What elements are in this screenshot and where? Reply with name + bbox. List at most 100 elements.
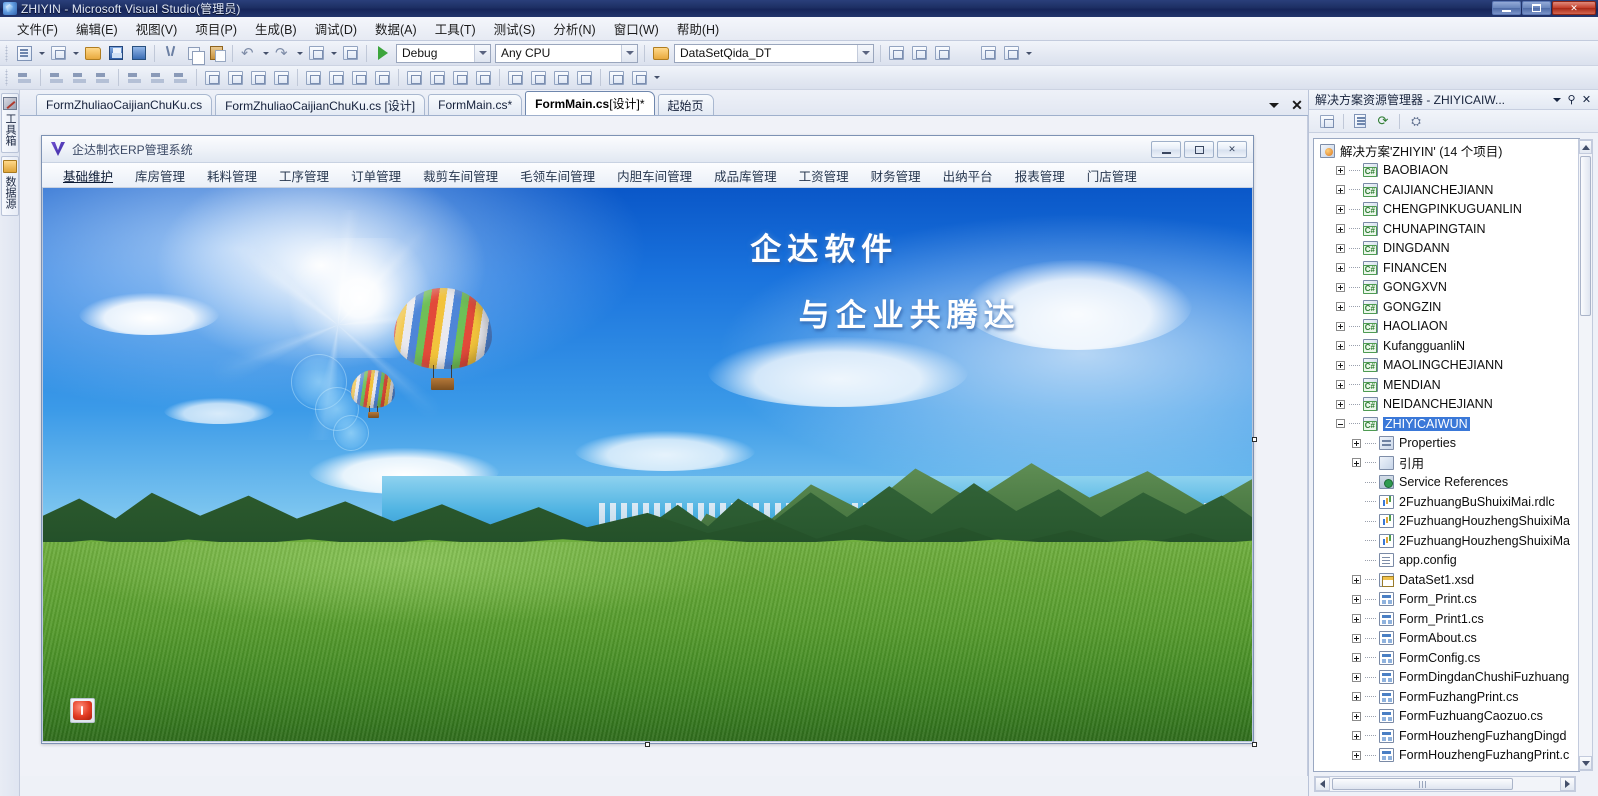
tree-node[interactable]: NEIDANCHEJIANN: [1314, 395, 1579, 415]
window-maximize-button[interactable]: [1522, 1, 1551, 15]
close-document-icon[interactable]: ✕: [1290, 98, 1304, 112]
center-horizontally-icon[interactable]: [505, 67, 526, 88]
tree-expander-icon[interactable]: [1352, 731, 1361, 741]
save-icon[interactable]: [105, 43, 126, 64]
form-menu-caijianchejian[interactable]: 裁剪车间管理: [412, 164, 509, 187]
form-close-button[interactable]: ✕: [1217, 141, 1247, 158]
form-menu-maolingchejian[interactable]: 毛领车间管理: [509, 164, 606, 187]
solution-configuration-select[interactable]: Debug: [396, 43, 491, 63]
tree-node[interactable]: CAIJIANCHEJIANN: [1314, 180, 1579, 200]
align-centers-icon[interactable]: [69, 67, 90, 88]
align-middles-icon[interactable]: [147, 67, 168, 88]
make-same-height-icon[interactable]: [225, 67, 246, 88]
center-vertically-icon[interactable]: [528, 67, 549, 88]
pin-icon[interactable]: ⚲: [1564, 92, 1579, 107]
menu-window[interactable]: 窗口(W): [605, 16, 668, 41]
tree-expander-icon[interactable]: [1336, 243, 1345, 253]
menu-build[interactable]: 生成(B): [246, 16, 306, 41]
tab-order-icon[interactable]: [606, 67, 627, 88]
start-debug-icon[interactable]: [372, 43, 393, 64]
sidebar-item-toolbox[interactable]: 工具箱: [1, 93, 19, 153]
scroll-up-icon[interactable]: [1579, 140, 1592, 154]
menu-edit[interactable]: 编辑(E): [67, 16, 127, 41]
solution-tree-horizontal-scrollbar[interactable]: [1314, 776, 1576, 792]
redo-icon[interactable]: [272, 43, 293, 64]
form-menu-chunapingtai[interactable]: 出纳平台: [932, 164, 1004, 187]
tree-expander-icon[interactable]: [1352, 711, 1361, 721]
tree-root-node[interactable]: 解决方案'ZHIYIN' (14 个项目): [1314, 141, 1579, 161]
form-menu-gongxuguanli[interactable]: 工序管理: [268, 164, 340, 187]
chevron-down-icon[interactable]: [621, 44, 637, 62]
form-menu-dingdanguanli[interactable]: 订单管理: [340, 164, 412, 187]
tree-expander-icon[interactable]: [1336, 380, 1345, 390]
menu-data[interactable]: 数据(A): [366, 16, 426, 41]
form-menu-mendianguanli[interactable]: 门店管理: [1076, 164, 1148, 187]
tree-expander-icon[interactable]: [1352, 750, 1361, 760]
align-to-grid-icon[interactable]: [14, 67, 35, 88]
resize-handle-bottom[interactable]: [645, 742, 650, 747]
tree-expander-icon[interactable]: [1336, 321, 1345, 331]
size-to-grid-icon[interactable]: [271, 67, 292, 88]
chevron-down-icon[interactable]: [474, 44, 490, 62]
toolbox-window-icon[interactable]: [955, 43, 976, 64]
menu-view[interactable]: 视图(V): [127, 16, 187, 41]
tree-node[interactable]: FormDingdanChushiFuzhuang: [1314, 668, 1579, 688]
make-same-size-icon[interactable]: [248, 67, 269, 88]
tab-formmain-cs[interactable]: FormMain.cs*: [428, 94, 523, 115]
navigate-forward-icon[interactable]: [340, 43, 361, 64]
tree-node[interactable]: CHENGPINKUGUANLIN: [1314, 200, 1579, 220]
save-all-icon[interactable]: [128, 43, 149, 64]
scroll-down-icon[interactable]: [1579, 756, 1592, 770]
undo-icon[interactable]: [238, 43, 259, 64]
object-browser-icon[interactable]: [932, 43, 953, 64]
menu-help[interactable]: 帮助(H): [668, 16, 728, 41]
tree-expander-icon[interactable]: [1336, 302, 1345, 312]
tree-node[interactable]: Form_Print.cs: [1314, 590, 1579, 610]
form-menu-kufangguanli[interactable]: 库房管理: [124, 164, 196, 187]
tree-node[interactable]: CHUNAPINGTAIN: [1314, 219, 1579, 239]
tree-node[interactable]: DataSet1.xsd: [1314, 570, 1579, 590]
open-file-icon[interactable]: [82, 43, 103, 64]
menu-analyze[interactable]: 分析(N): [544, 16, 604, 41]
toolbar-overflow-icon[interactable]: [651, 67, 662, 88]
redo-dropdown-icon[interactable]: [294, 43, 305, 64]
window-minimize-button[interactable]: [1492, 1, 1521, 15]
panel-menu-icon[interactable]: [1549, 92, 1564, 107]
tab-formzhuliaocaijianchuku-cs[interactable]: FormZhuliaoCaijianChuKu.cs: [36, 94, 213, 115]
tree-node[interactable]: FormConfig.cs: [1314, 648, 1579, 668]
scroll-left-icon[interactable]: [1315, 777, 1330, 791]
remove-horizontal-spacing-icon[interactable]: [372, 67, 393, 88]
window-close-button[interactable]: ✕: [1552, 1, 1596, 15]
form-menu-chengpinku[interactable]: 成品库管理: [703, 164, 788, 187]
tree-node[interactable]: 2FuzhuangBuShuixiMai.rdlc: [1314, 492, 1579, 512]
tree-node[interactable]: KufangguanliN: [1314, 336, 1579, 356]
dataset-scope-icon[interactable]: [650, 43, 671, 64]
tree-expander-icon[interactable]: [1336, 263, 1345, 273]
make-horizontal-spacing-equal-icon[interactable]: [303, 67, 324, 88]
sidebar-item-data-sources[interactable]: 数据源: [1, 156, 19, 216]
vertical-scroll-thumb[interactable]: [1580, 156, 1591, 316]
erp-main-form[interactable]: 企达制衣ERP管理系统 ✕ 基础维护 库房管理 耗料管理 工序管理 订单管理 裁…: [41, 135, 1254, 744]
make-vertical-spacing-equal-icon[interactable]: [404, 67, 425, 88]
find-in-files-icon[interactable]: [886, 43, 907, 64]
menu-debug[interactable]: 调试(D): [306, 16, 366, 41]
form-menu-caiwuguanli[interactable]: 财务管理: [860, 164, 932, 187]
chevron-down-icon[interactable]: [857, 44, 873, 62]
form-minimize-button[interactable]: [1151, 141, 1181, 158]
tree-node[interactable]: 2FuzhuangHouzhengShuixiMa: [1314, 531, 1579, 551]
toolbar-overflow-icon[interactable]: [1023, 43, 1034, 64]
form-menu-gongziguanli[interactable]: 工资管理: [788, 164, 860, 187]
active-files-dropdown-icon[interactable]: [1267, 98, 1281, 112]
tab-index-icon[interactable]: [629, 67, 650, 88]
tree-expander-icon[interactable]: [1352, 672, 1361, 682]
increase-horizontal-spacing-icon[interactable]: [326, 67, 347, 88]
tree-expander-icon[interactable]: [1352, 438, 1361, 448]
tree-node[interactable]: BAOBIAON: [1314, 161, 1579, 181]
cut-icon[interactable]: [160, 43, 181, 64]
tree-expander-icon[interactable]: [1352, 575, 1361, 585]
decrease-vertical-spacing-icon[interactable]: [450, 67, 471, 88]
copy-icon[interactable]: [183, 43, 205, 65]
close-icon[interactable]: ✕: [1579, 92, 1594, 107]
tree-node[interactable]: FormFuzhuangCaozuo.cs: [1314, 707, 1579, 727]
toolbar-grip[interactable]: [4, 69, 11, 86]
